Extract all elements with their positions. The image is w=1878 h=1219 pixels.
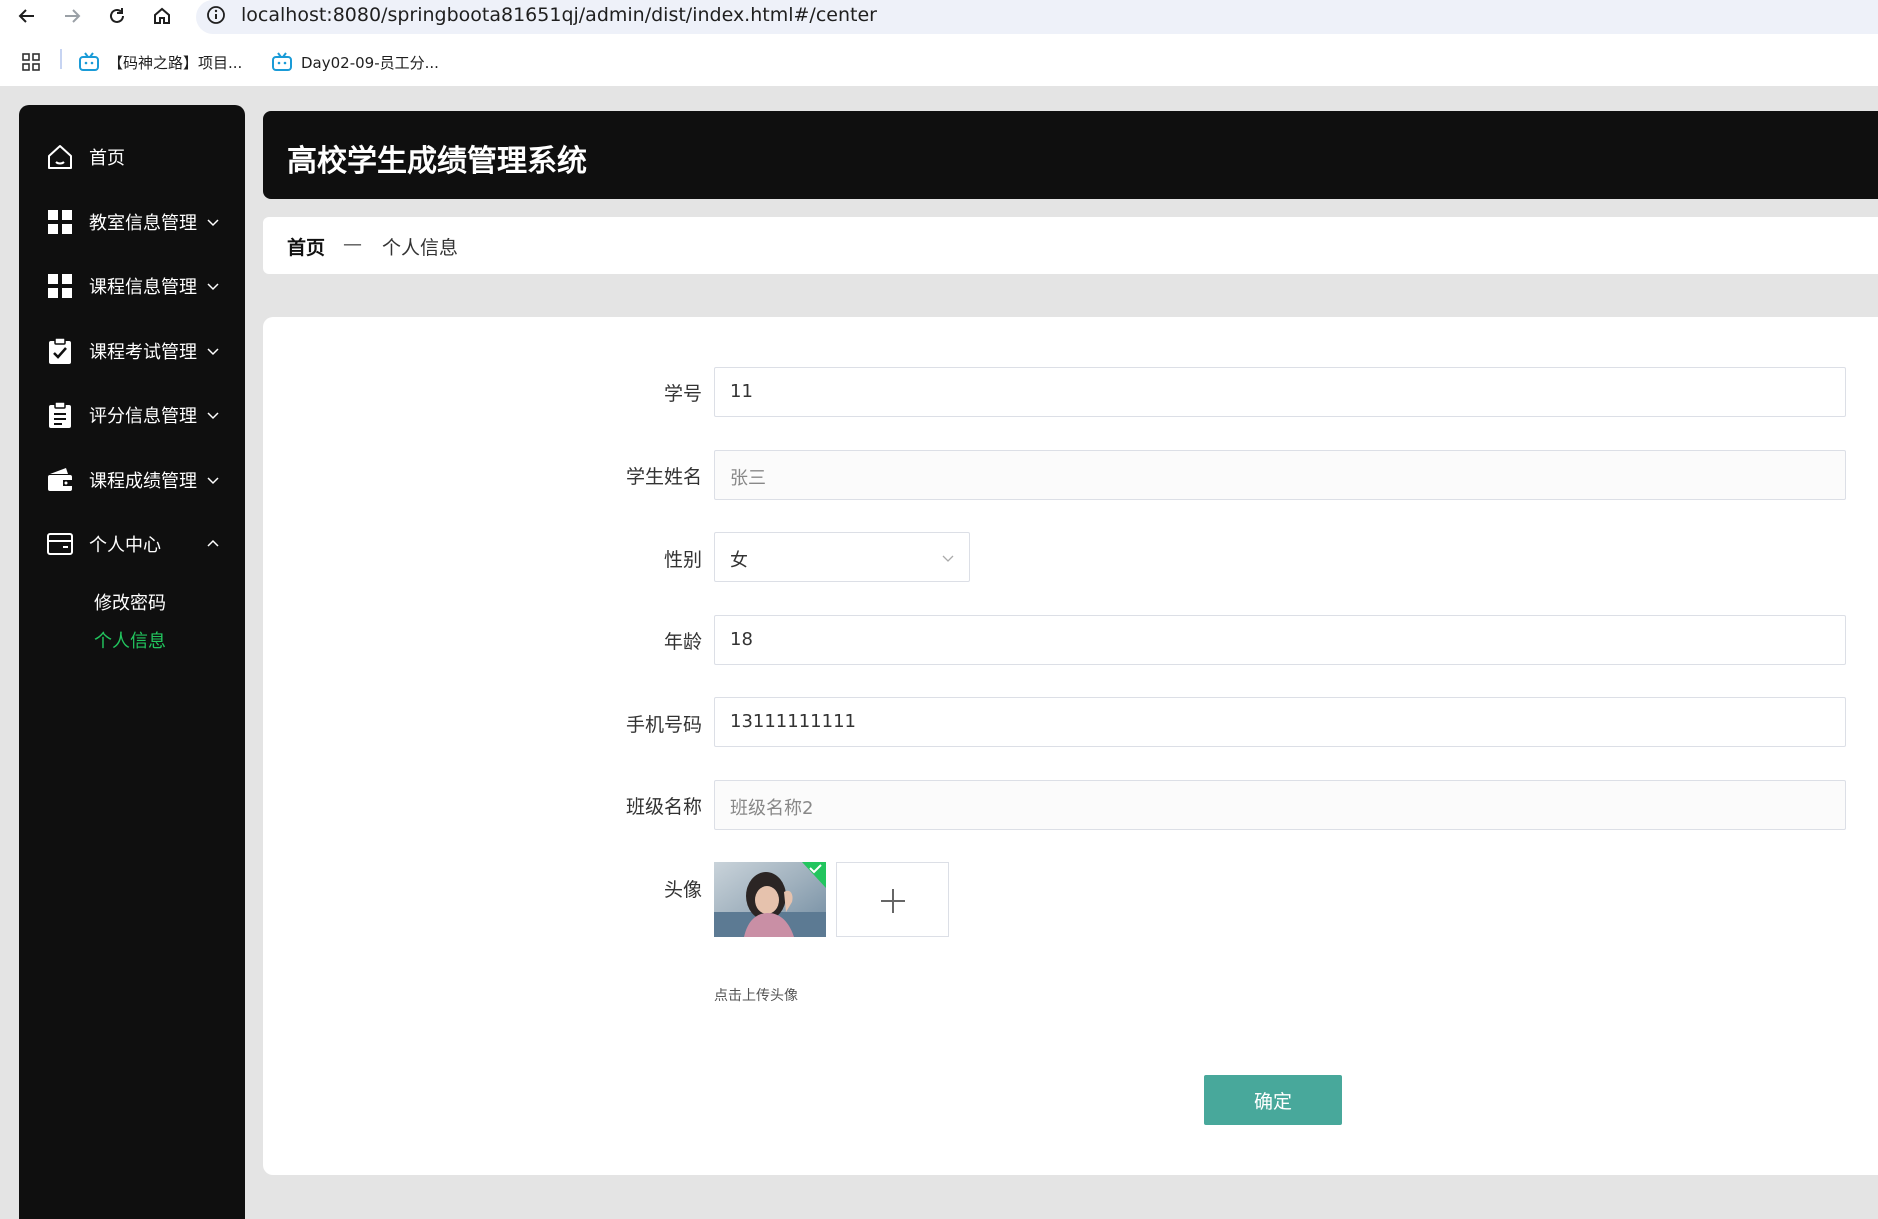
bookmarks-bar: 【码神之路】项目... Day02-09-员工分... (0, 44, 1878, 80)
chevron-down-icon (942, 555, 954, 562)
class-name-input[interactable]: 班级名称2 (714, 780, 1846, 830)
class-name-label: 班级名称 (625, 796, 702, 818)
site-info-icon[interactable] (206, 5, 226, 25)
chevron-down-icon (207, 348, 219, 356)
breadcrumb-separator: — (343, 233, 362, 255)
card-icon (45, 529, 75, 559)
chevron-down-icon (207, 412, 219, 420)
sidebar-item-label: 课程信息管理 (89, 277, 197, 298)
sidebar-item-classroom[interactable]: 教室信息管理 (19, 198, 245, 246)
sidebar-item-label: 首页 (89, 148, 125, 169)
age-value: 18 (730, 629, 753, 650)
gender-label: 性别 (663, 549, 702, 571)
profile-form: 学号 11 学生姓名 张三 性别 女 年龄 18 手机号码 1311111111… (263, 317, 1878, 1175)
breadcrumb-home[interactable]: 首页 (287, 233, 325, 260)
breadcrumb: 首页 — 个人信息 (263, 217, 1878, 274)
browser-chrome: localhost:8080/springboota81651qj/admin/… (0, 0, 1878, 86)
sidebar-item-label: 课程成绩管理 (89, 471, 197, 492)
student-name-value: 张三 (730, 468, 766, 489)
avatar-label: 头像 (663, 879, 702, 901)
sidebar-item-label: 评分信息管理 (89, 406, 197, 427)
student-id-label: 学号 (663, 383, 702, 405)
breadcrumb-current: 个人信息 (382, 237, 459, 259)
app-header: 高校学生成绩管理系统 (263, 111, 1878, 199)
bookmark-label: Day02-09-员工分... (301, 53, 439, 72)
chevron-up-icon (207, 539, 219, 547)
wallet-icon (45, 465, 75, 495)
sidebar-item-label: 教室信息管理 (89, 213, 197, 234)
sidebar: 首页 教室信息管理 课程信息管理 课程考试管理 评分信息管理 课程成绩管理 个人… (19, 105, 245, 1219)
gender-select[interactable]: 女 (714, 532, 970, 582)
bookmark-item[interactable]: Day02-09-员工分... (271, 50, 439, 74)
class-name-value: 班级名称2 (730, 798, 814, 819)
clipboard-check-icon (45, 336, 75, 366)
sidebar-item-personal-center[interactable]: 个人中心 (19, 520, 245, 568)
phone-value: 13111111111 (730, 711, 856, 732)
chevron-down-icon (207, 283, 219, 291)
forward-icon[interactable] (59, 3, 85, 29)
bookmark-item[interactable]: 【码神之路】项目... (78, 50, 242, 74)
sidebar-item-grading[interactable]: 评分信息管理 (19, 391, 245, 439)
sidebar-item-exam[interactable]: 课程考试管理 (19, 327, 245, 375)
submenu-item-change-password[interactable]: 修改密码 (94, 589, 166, 615)
confirm-button[interactable]: 确定 (1204, 1075, 1342, 1125)
age-input[interactable]: 18 (714, 615, 1846, 665)
bookmark-label: 【码神之路】项目... (108, 53, 243, 72)
home-icon (45, 142, 75, 172)
sidebar-item-label: 个人中心 (89, 535, 161, 556)
upload-hint: 点击上传头像 (714, 988, 798, 1004)
grid-icon (45, 207, 75, 237)
student-name-input[interactable]: 张三 (714, 450, 1846, 500)
student-id-value: 11 (730, 381, 753, 402)
page-title: 高校学生成绩管理系统 (287, 144, 587, 179)
home-page-icon[interactable] (149, 3, 175, 29)
sidebar-item-scores[interactable]: 课程成绩管理 (19, 456, 245, 504)
plus-icon (881, 889, 905, 913)
bilibili-icon (79, 52, 99, 71)
apps-grid-icon[interactable] (22, 50, 48, 74)
avatar[interactable] (714, 862, 826, 937)
sidebar-item-label: 课程考试管理 (89, 342, 197, 363)
chevron-down-icon (207, 219, 219, 227)
student-name-label: 学生姓名 (625, 466, 702, 488)
bookmark-divider (60, 49, 62, 69)
age-label: 年龄 (663, 631, 702, 653)
reload-icon[interactable] (104, 3, 130, 29)
sidebar-item-course[interactable]: 课程信息管理 (19, 262, 245, 310)
grid-icon (45, 271, 75, 301)
chevron-down-icon (207, 477, 219, 485)
phone-label: 手机号码 (625, 714, 702, 736)
submenu-item-personal-info[interactable]: 个人信息 (94, 627, 166, 653)
phone-input[interactable]: 13111111111 (714, 697, 1846, 747)
student-id-input[interactable]: 11 (714, 367, 1846, 417)
upload-avatar-button[interactable] (836, 862, 949, 937)
back-icon[interactable] (14, 3, 40, 29)
clipboard-list-icon (45, 400, 75, 430)
url-text[interactable]: localhost:8080/springboota81651qj/admin/… (241, 4, 877, 26)
bilibili-icon (272, 52, 292, 71)
address-bar-row: localhost:8080/springboota81651qj/admin/… (0, 0, 1878, 34)
sidebar-item-home[interactable]: 首页 (19, 133, 245, 181)
gender-value: 女 (730, 550, 748, 571)
